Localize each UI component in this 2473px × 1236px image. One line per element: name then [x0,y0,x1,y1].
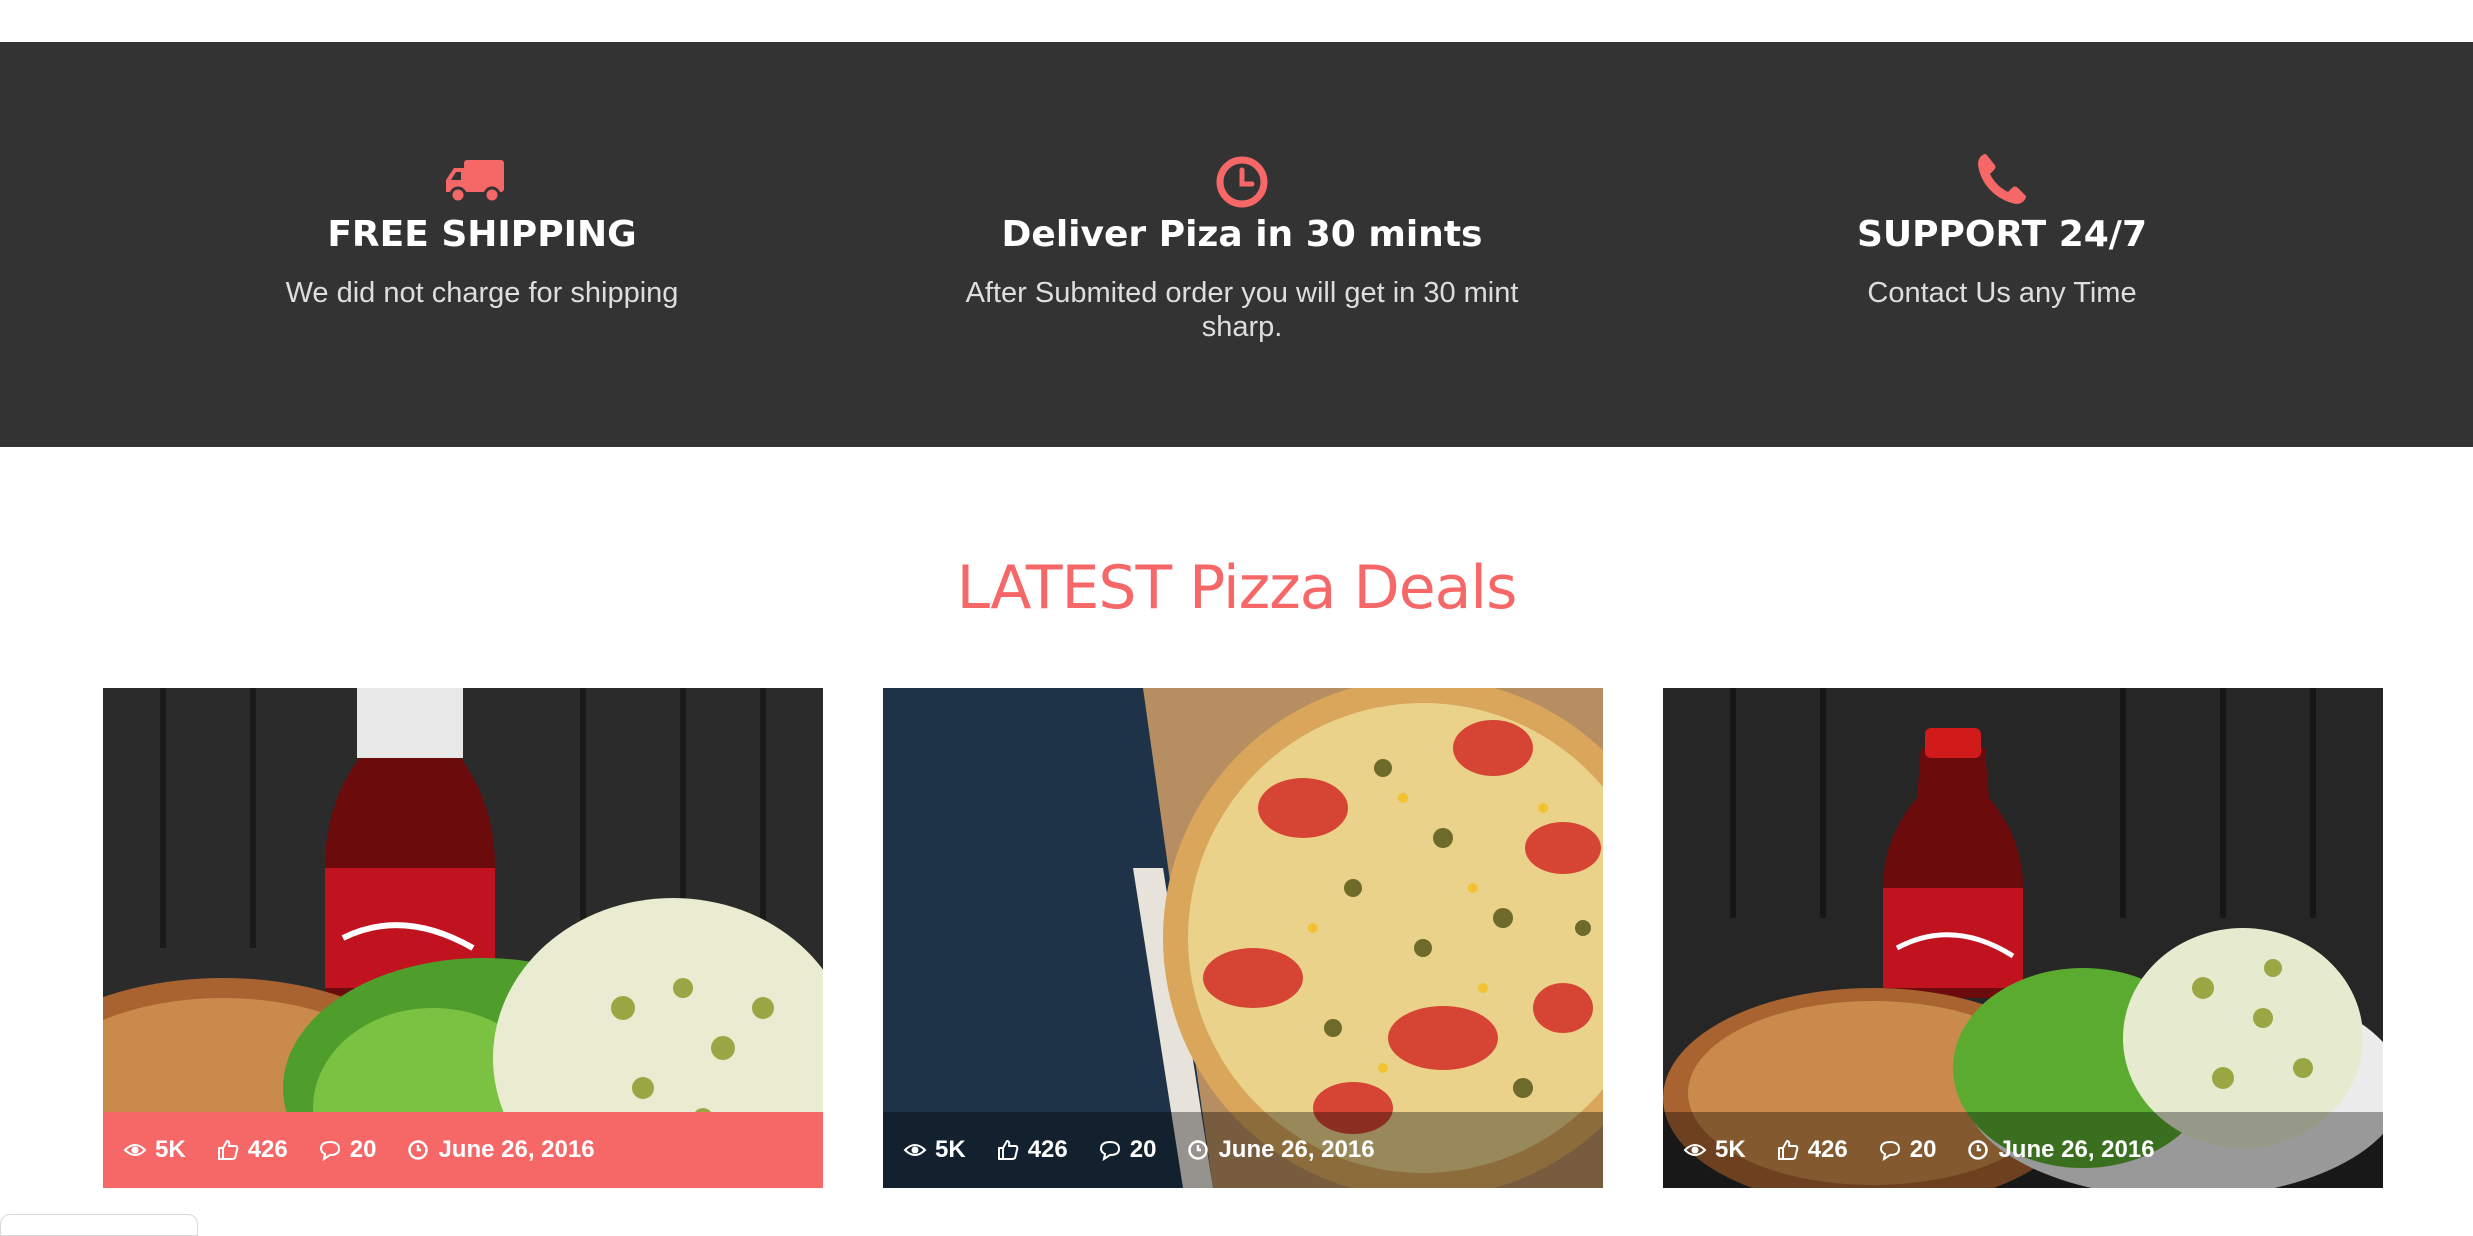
views-count: 5K [123,1136,186,1164]
features-band: FREE SHIPPING We did not charge for ship… [0,42,2473,447]
clock-icon [1186,1138,1210,1162]
feature-title: SUPPORT 24/7 [1856,214,2148,255]
comment-icon [1098,1138,1122,1162]
deal-meta: 5K 426 20 June 26, 2016 [103,1112,823,1188]
comments-value: 20 [1129,1136,1157,1163]
post-date: June 26, 2016 [406,1136,595,1164]
date-value: June 26, 2016 [1998,1136,2155,1163]
post-date: June 26, 2016 [1186,1136,1375,1164]
thumbs-up-icon [216,1138,240,1162]
likes-count[interactable]: 426 [1776,1136,1848,1164]
deal-meta: 5K 426 20 June 26, 2016 [883,1112,1603,1188]
corner-tab[interactable] [0,1214,198,1236]
likes-count[interactable]: 426 [216,1136,288,1164]
likes-value: 426 [1027,1136,1068,1163]
date-value: June 26, 2016 [438,1136,595,1163]
likes-value: 426 [1807,1136,1848,1163]
post-date: June 26, 2016 [1966,1136,2155,1164]
feature-text: We did not charge for shipping [285,277,679,309]
thumbs-up-icon [996,1138,1020,1162]
deal-card[interactable]: 5K 426 20 June 26, 2016 [883,688,1603,1188]
clock-icon [1202,142,1282,222]
views-count: 5K [1683,1136,1746,1164]
comments-value: 20 [1909,1136,1937,1163]
views-value: 5K [935,1136,966,1163]
comments-count[interactable]: 20 [1878,1136,1937,1164]
views-value: 5K [155,1136,186,1163]
feature-text: Contact Us any Time [1867,277,2137,309]
thumbs-up-icon [1776,1138,1800,1162]
section-title: LATEST Pizza Deals [956,553,1518,623]
eye-icon [123,1138,147,1162]
truck-icon [442,142,522,222]
deal-meta: 5K 426 20 June 26, 2016 [1663,1112,2383,1188]
views-value: 5K [1715,1136,1746,1163]
phone-icon [1962,142,2042,222]
feature-text: After Submited order you will get in 30 … [965,277,1519,343]
deal-card[interactable]: 5K 426 20 June 26, 2016 [103,688,823,1188]
date-value: June 26, 2016 [1218,1136,1375,1163]
feature-title: Deliver Piza in 30 mints [1001,214,1483,255]
clock-icon [406,1138,430,1162]
comments-value: 20 [349,1136,377,1163]
eye-icon [1683,1138,1707,1162]
clock-icon [1966,1138,1990,1162]
likes-count[interactable]: 426 [996,1136,1068,1164]
deal-card[interactable]: 5K 426 20 June 26, 2016 [1663,688,2383,1188]
feature-title: FREE SHIPPING [327,214,637,255]
views-count: 5K [903,1136,966,1164]
comments-count[interactable]: 20 [318,1136,377,1164]
comments-count[interactable]: 20 [1098,1136,1157,1164]
eye-icon [903,1138,927,1162]
comment-icon [1878,1138,1902,1162]
likes-value: 426 [247,1136,288,1163]
comment-icon [318,1138,342,1162]
